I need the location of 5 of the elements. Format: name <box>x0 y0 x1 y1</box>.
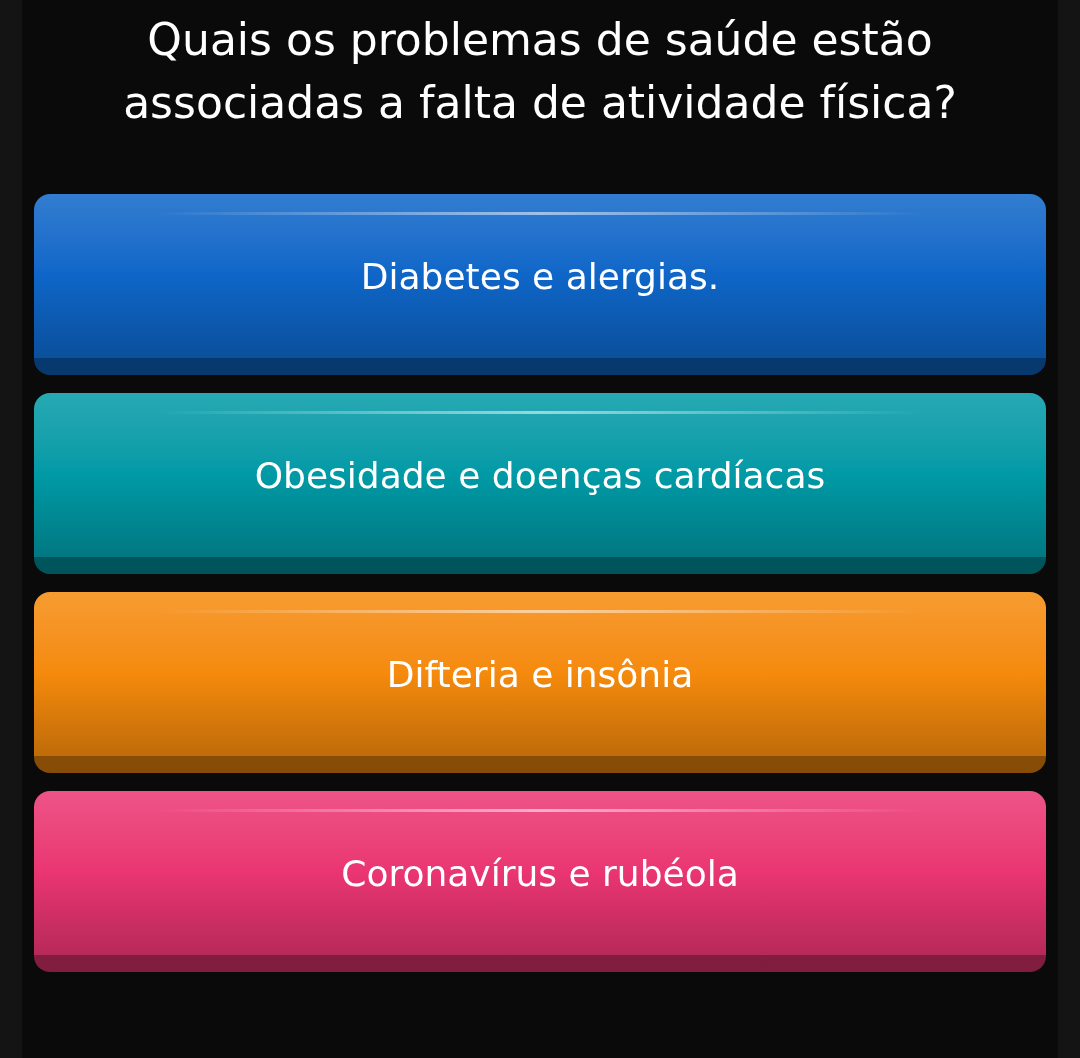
answer-button[interactable]: Obesidade e doenças cardíacas <box>34 393 1046 574</box>
answer-button[interactable]: Coronavírus e rubéola <box>34 791 1046 972</box>
answer-button[interactable]: Diabetes e alergias. <box>34 194 1046 375</box>
answer-button[interactable]: Difteria e insônia <box>34 592 1046 773</box>
question-text: Quais os problemas de saúde estão associadas a falta de atividade física? <box>122 13 958 130</box>
